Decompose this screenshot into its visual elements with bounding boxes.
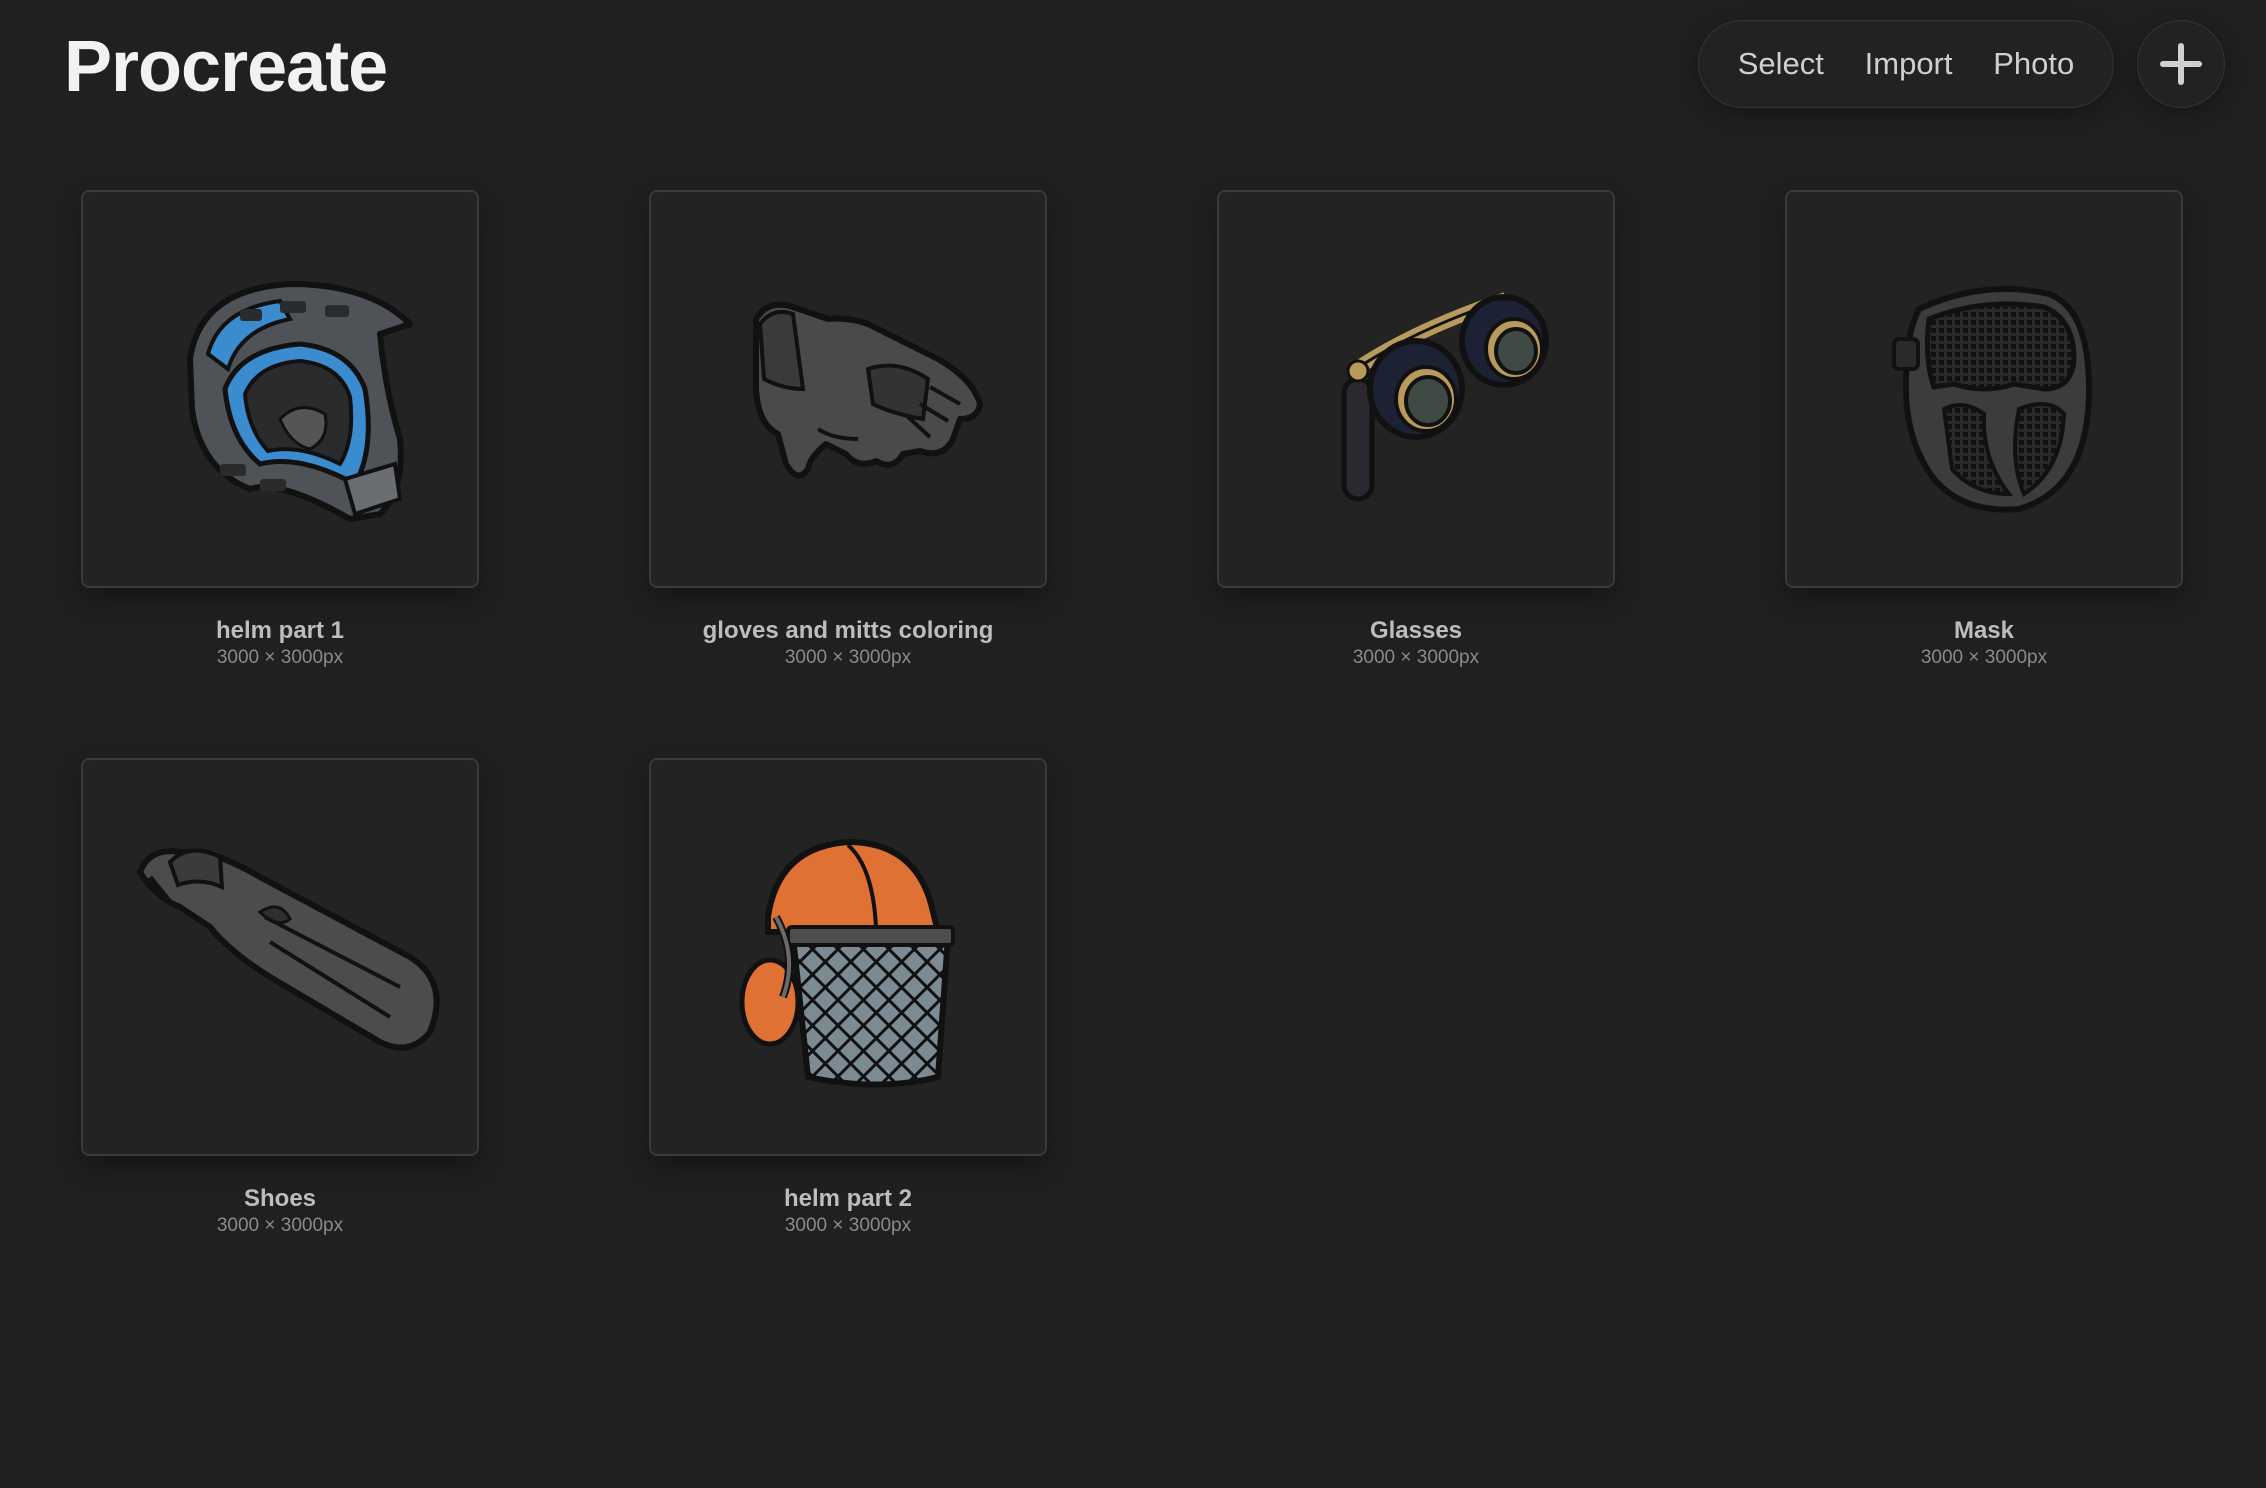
artwork-size: 3000 × 3000px (216, 1215, 344, 1236)
new-canvas-button[interactable] (2137, 20, 2225, 108)
procreate-gallery: Procreate Select Import Photo helm part … (0, 0, 2266, 1488)
artwork-thumbnail[interactable] (81, 190, 479, 588)
artwork-thumbnail[interactable] (649, 190, 1047, 588)
artwork-title: Shoes (243, 1185, 317, 1212)
artwork-card-mask[interactable]: Mask 3000 × 3000px (1785, 190, 2183, 670)
artwork-title: Glasses (1369, 617, 1463, 644)
artwork-card-shoes[interactable]: Shoes 3000 × 3000px (81, 758, 479, 1238)
plus-icon (2160, 43, 2202, 85)
artwork-card-gloves[interactable]: gloves and mitts coloring 3000 × 3000px (649, 190, 1047, 670)
artwork-size: 3000 × 3000px (216, 647, 344, 668)
artwork-title: helm part 2 (783, 1185, 913, 1212)
artwork-thumbnail[interactable] (1217, 190, 1615, 588)
gallery-toolbar: Select Import Photo (1698, 20, 2114, 108)
artwork-size: 3000 × 3000px (1352, 647, 1480, 668)
app-title: Procreate (64, 27, 388, 107)
artwork-title: helm part 1 (215, 617, 345, 644)
forestry-helmet-icon (739, 838, 955, 1088)
artwork-title: Mask (1953, 617, 2015, 644)
artwork-card-helm-part-2[interactable]: helm part 2 3000 × 3000px (649, 758, 1047, 1238)
artwork-size: 3000 × 3000px (784, 647, 912, 668)
artwork-card-helm-part-1[interactable]: helm part 1 3000 × 3000px (81, 190, 479, 670)
artwork-card-glasses[interactable]: Glasses 3000 × 3000px (1217, 190, 1615, 670)
glove-icon (753, 301, 983, 479)
artwork-size: 3000 × 3000px (784, 1215, 912, 1236)
select-button[interactable]: Select (1728, 38, 1834, 90)
import-button[interactable]: Import (1855, 38, 1963, 90)
artwork-title: gloves and mitts coloring (702, 617, 994, 644)
artwork-thumbnail[interactable] (81, 758, 479, 1156)
artwork-thumbnail[interactable] (1785, 190, 2183, 588)
opera-glasses-icon (1341, 292, 1549, 502)
mask-icon (1892, 286, 2093, 513)
artwork-size: 3000 × 3000px (1920, 647, 2048, 668)
artwork-thumbnail[interactable] (649, 758, 1047, 1156)
swim-fin-icon (137, 848, 440, 1051)
photo-button[interactable]: Photo (1983, 38, 2084, 90)
bike-helmet-icon (187, 281, 413, 522)
